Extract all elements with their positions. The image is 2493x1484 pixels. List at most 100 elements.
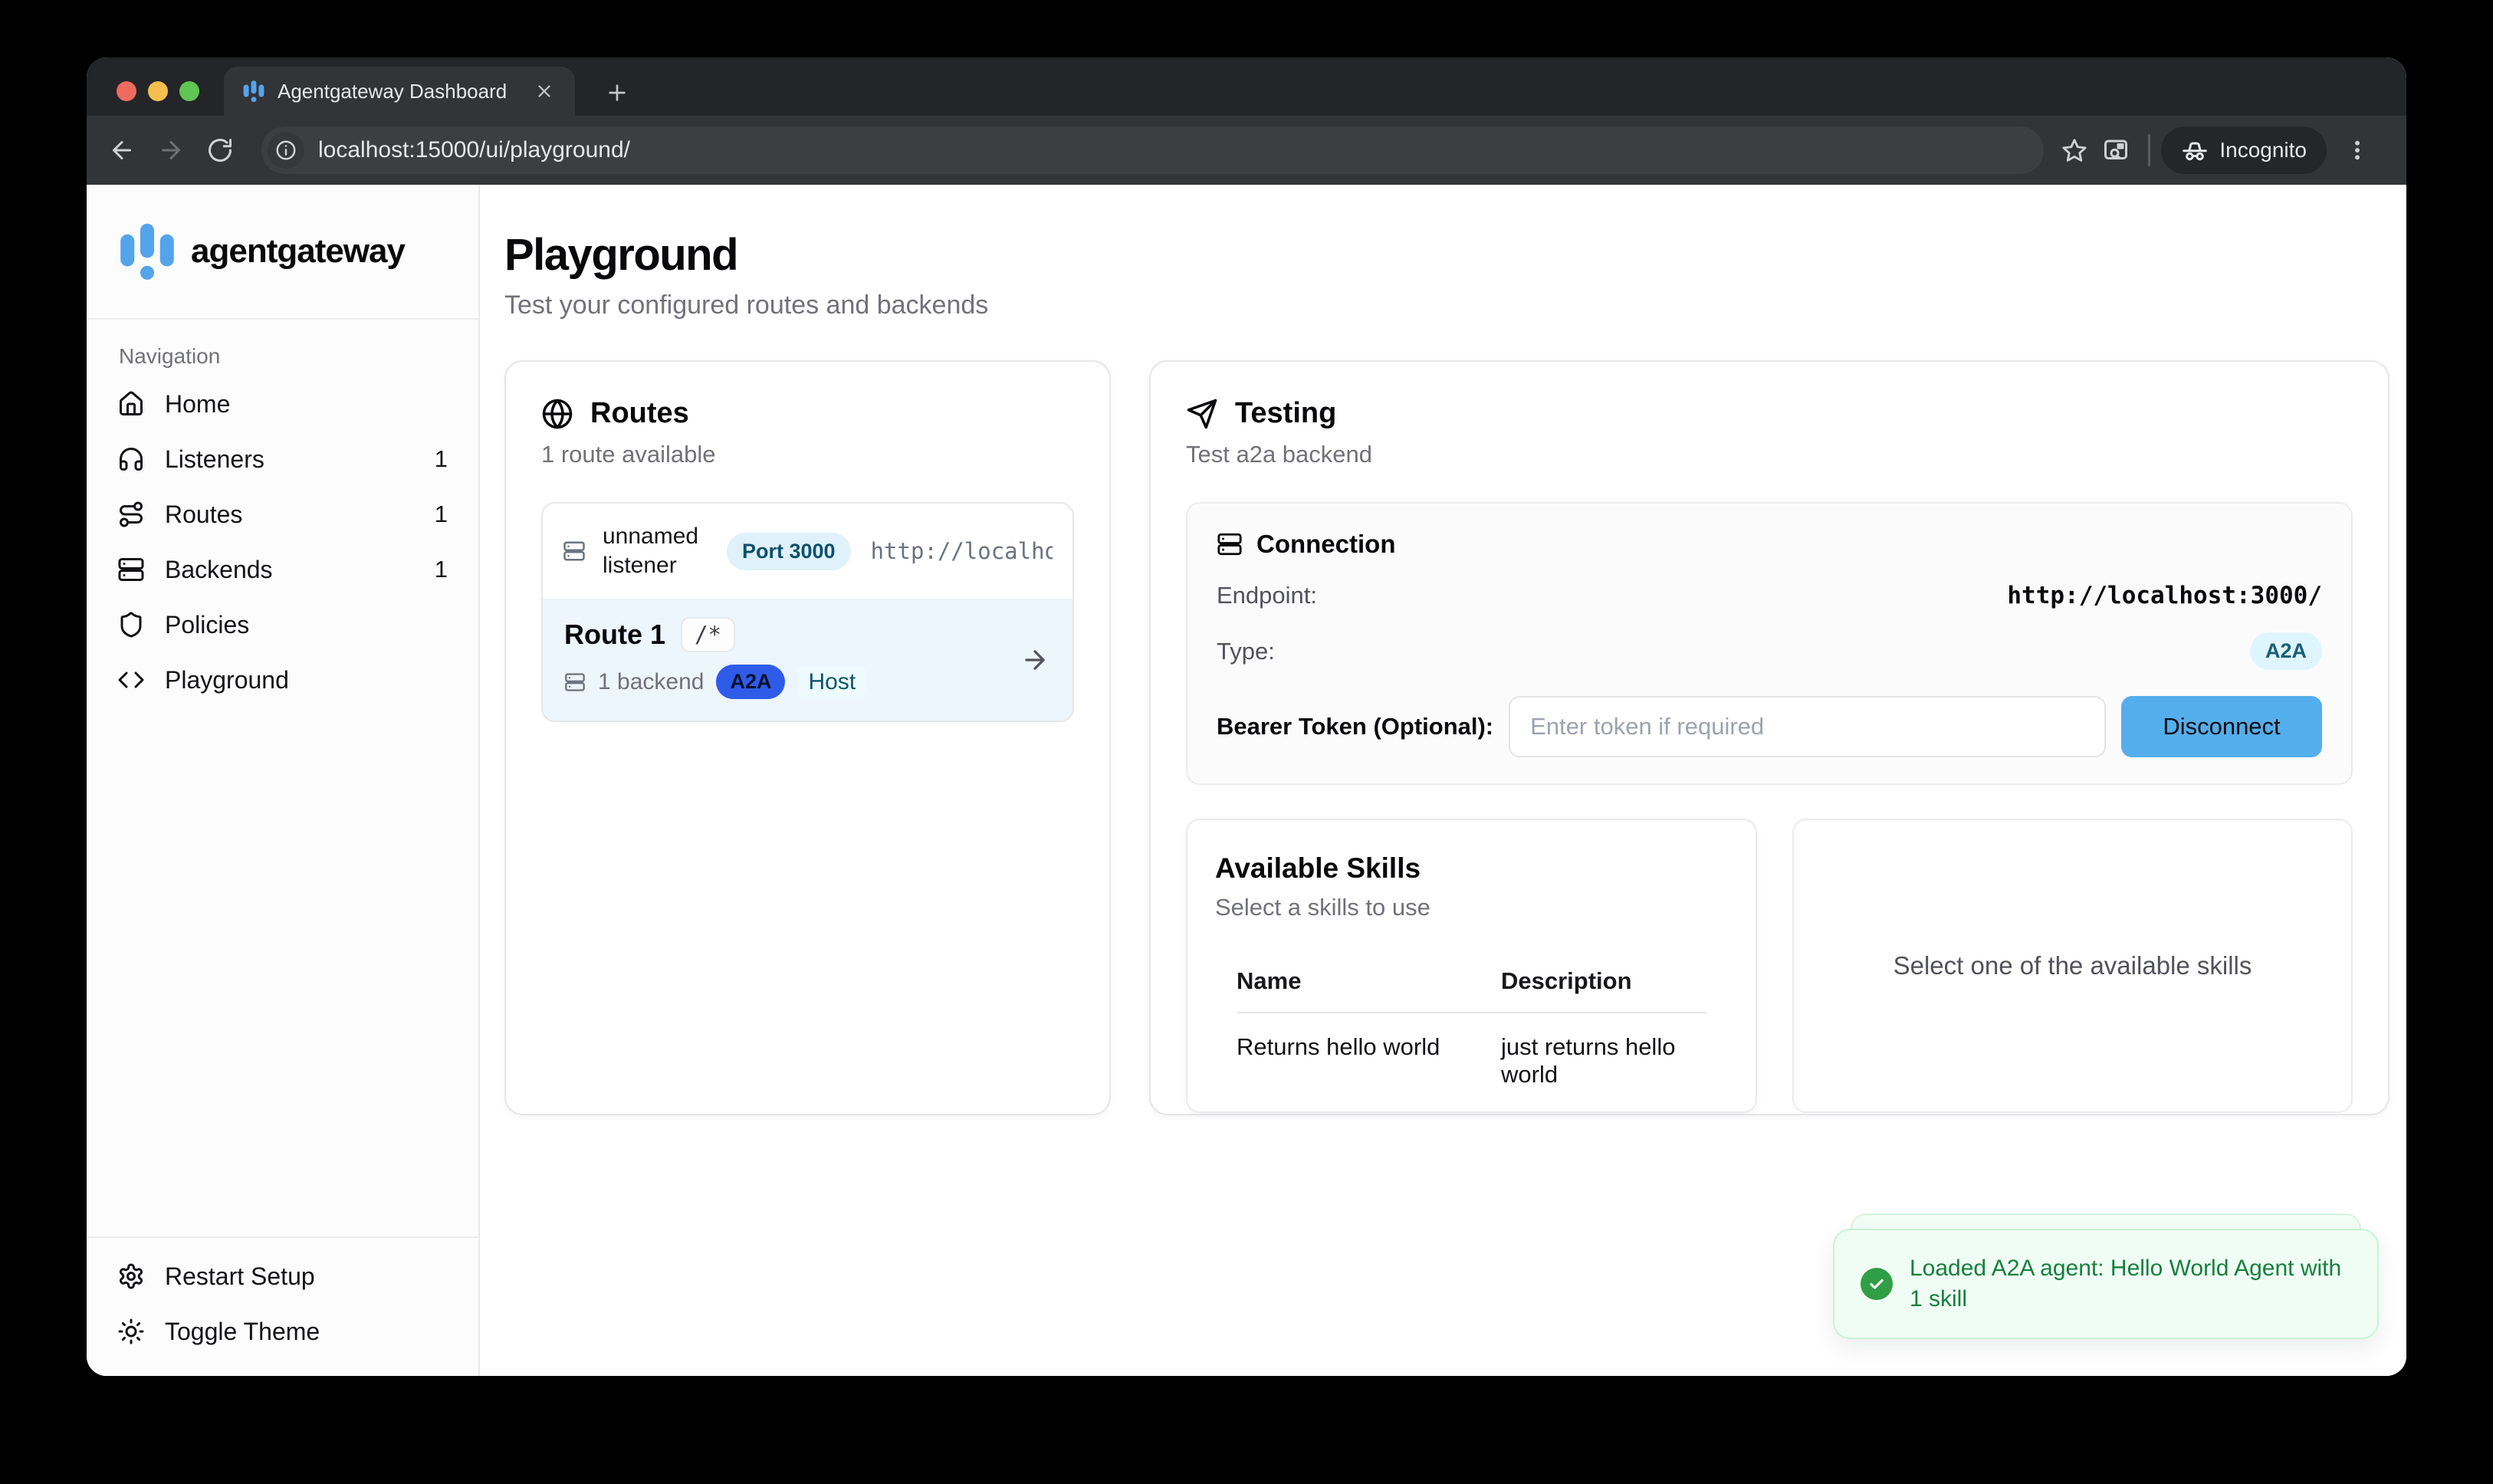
bookmark-star-icon[interactable]	[2055, 130, 2094, 170]
testing-title: Testing	[1235, 397, 1336, 430]
tab-title: Agentgateway Dashboard	[278, 80, 529, 103]
skills-column-name: Name	[1237, 967, 1501, 1013]
sidebar-item-listeners[interactable]: Listeners 1	[87, 432, 478, 487]
arrow-right-icon[interactable]	[1020, 645, 1049, 675]
server-icon	[563, 540, 586, 563]
incognito-label: Incognito	[2219, 138, 2307, 163]
route-icon	[117, 501, 145, 528]
home-icon	[117, 390, 145, 418]
route-backend-count: 1 backend	[598, 669, 704, 695]
skill-description: just returns hello world	[1501, 1013, 1706, 1088]
skill-name: Returns hello world	[1237, 1013, 1501, 1088]
send-icon	[1186, 398, 1218, 430]
toggle-theme-button[interactable]: Toggle Theme	[87, 1304, 478, 1359]
toggle-theme-label: Toggle Theme	[165, 1318, 448, 1346]
available-skills-panel: Available Skills Select a skills to use …	[1186, 819, 1757, 1113]
bearer-token-input[interactable]	[1509, 696, 2106, 757]
forward-icon[interactable]	[146, 126, 195, 175]
sidebar-item-label: Playground	[165, 666, 428, 694]
server-icon	[1217, 531, 1243, 557]
tab-search-icon[interactable]	[2094, 129, 2137, 172]
skill-row[interactable]: Returns hello world just returns hello w…	[1215, 1013, 1728, 1088]
type-label: Type:	[1217, 638, 1275, 665]
sidebar-item-backends[interactable]: Backends 1	[87, 542, 478, 597]
shield-icon	[117, 611, 145, 639]
sidebar-footer: Restart Setup Toggle Theme	[87, 1236, 478, 1376]
sidebar-item-label: Home	[165, 390, 428, 419]
skills-table: Name Description Returns hello world jus…	[1215, 967, 1728, 1088]
new-tab-icon[interactable]	[599, 74, 636, 111]
restart-setup-button[interactable]: Restart Setup	[87, 1249, 478, 1304]
incognito-badge: Incognito	[2161, 126, 2327, 174]
restart-setup-label: Restart Setup	[165, 1262, 448, 1291]
reload-icon[interactable]	[195, 126, 245, 175]
maximize-window-button[interactable]	[179, 81, 199, 101]
sidebar-item-count: 1	[435, 445, 448, 473]
skills-title: Available Skills	[1215, 852, 1728, 885]
brand[interactable]: agentgateway	[87, 185, 478, 320]
toast-stack: Loaded A2A agent: Hello World Agent with…	[1833, 1229, 2379, 1339]
listener-row[interactable]: unnamed listener Port 3000 http://localh…	[543, 504, 1072, 599]
connection-section: Connection Endpoint: http://localhost:30…	[1186, 502, 2353, 785]
sidebar-item-label: Policies	[165, 611, 428, 639]
skills-subtitle: Select a skills to use	[1215, 894, 1728, 921]
server-icon	[117, 556, 145, 583]
connection-type-badge: A2A	[2250, 632, 2322, 670]
route-path-badge: /*	[681, 617, 735, 652]
connection-title: Connection	[1256, 530, 1395, 559]
minimize-window-button[interactable]	[148, 81, 168, 101]
code-icon	[117, 666, 145, 694]
sidebar-item-playground[interactable]: Playground	[87, 652, 478, 708]
sidebar-item-label: Backends	[165, 556, 415, 584]
sidebar-item-label: Routes	[165, 501, 415, 529]
app-content: agentgateway Navigation Home Listeners 1…	[87, 185, 2406, 1376]
listener-port-badge: Port 3000	[727, 533, 851, 570]
skill-detail-panel: Select one of the available skills	[1792, 819, 2353, 1113]
bearer-token-label: Bearer Token (Optional):	[1217, 713, 1493, 740]
browser-window: Agentgateway Dashboard localhost:15000/u…	[87, 57, 2406, 1376]
toast-message: Loaded A2A agent: Hello World Agent with…	[1910, 1253, 2351, 1315]
nav-section-label: Navigation	[119, 344, 478, 369]
incognito-icon	[2181, 136, 2209, 164]
server-icon	[564, 671, 586, 693]
success-toast[interactable]: Loaded A2A agent: Hello World Agent with…	[1833, 1229, 2379, 1339]
sidebar-item-label: Listeners	[165, 445, 415, 474]
check-circle-icon	[1861, 1268, 1893, 1300]
gear-icon	[117, 1262, 145, 1290]
brand-name: agentgateway	[191, 232, 405, 271]
sidebar-item-count: 1	[435, 501, 448, 528]
sidebar-item-policies[interactable]: Policies	[87, 597, 478, 652]
tab-close-icon[interactable]	[529, 76, 560, 107]
listener-url: http://localhost:3000/	[871, 538, 1053, 564]
routes-panel: Routes 1 route available unnamed listene…	[504, 360, 1111, 1115]
brand-logo-icon	[117, 222, 177, 281]
endpoint-value: http://localhost:3000/	[2007, 582, 2322, 609]
browser-tab[interactable]: Agentgateway Dashboard	[224, 67, 575, 116]
disconnect-button[interactable]: Disconnect	[2121, 696, 2322, 757]
url-text[interactable]: localhost:15000/ui/playground/	[318, 137, 2030, 163]
route-list: unnamed listener Port 3000 http://localh…	[541, 502, 1074, 722]
tab-favicon-logo-icon	[242, 80, 265, 103]
testing-subtitle: Test a2a backend	[1186, 441, 2353, 468]
globe-icon	[541, 398, 573, 430]
sidebar-item-home[interactable]: Home	[87, 376, 478, 432]
tab-strip: Agentgateway Dashboard	[87, 57, 2406, 116]
routes-title: Routes	[590, 397, 689, 430]
browser-toolbar: localhost:15000/ui/playground/ Incognito	[87, 116, 2406, 185]
route-name: Route 1	[564, 619, 665, 651]
sun-icon	[117, 1318, 145, 1345]
sidebar-item-routes[interactable]: Routes 1	[87, 487, 478, 542]
toolbar-divider	[2148, 134, 2150, 166]
close-window-button[interactable]	[117, 81, 136, 101]
address-bar[interactable]: localhost:15000/ui/playground/	[261, 126, 2044, 174]
skill-detail-placeholder: Select one of the available skills	[1894, 951, 2252, 980]
page-subtitle: Test your configured routes and backends	[504, 291, 2390, 320]
testing-panel: Testing Test a2a backend Connection Endp…	[1149, 360, 2390, 1115]
route-row-selected[interactable]: Route 1 /* 1 backend A2A Host	[543, 599, 1072, 721]
browser-menu-icon[interactable]	[2339, 132, 2376, 169]
window-controls	[117, 81, 199, 101]
endpoint-label: Endpoint:	[1217, 582, 1317, 609]
sidebar: agentgateway Navigation Home Listeners 1…	[87, 185, 480, 1376]
back-icon[interactable]	[97, 126, 146, 175]
site-info-icon[interactable]	[268, 132, 304, 169]
